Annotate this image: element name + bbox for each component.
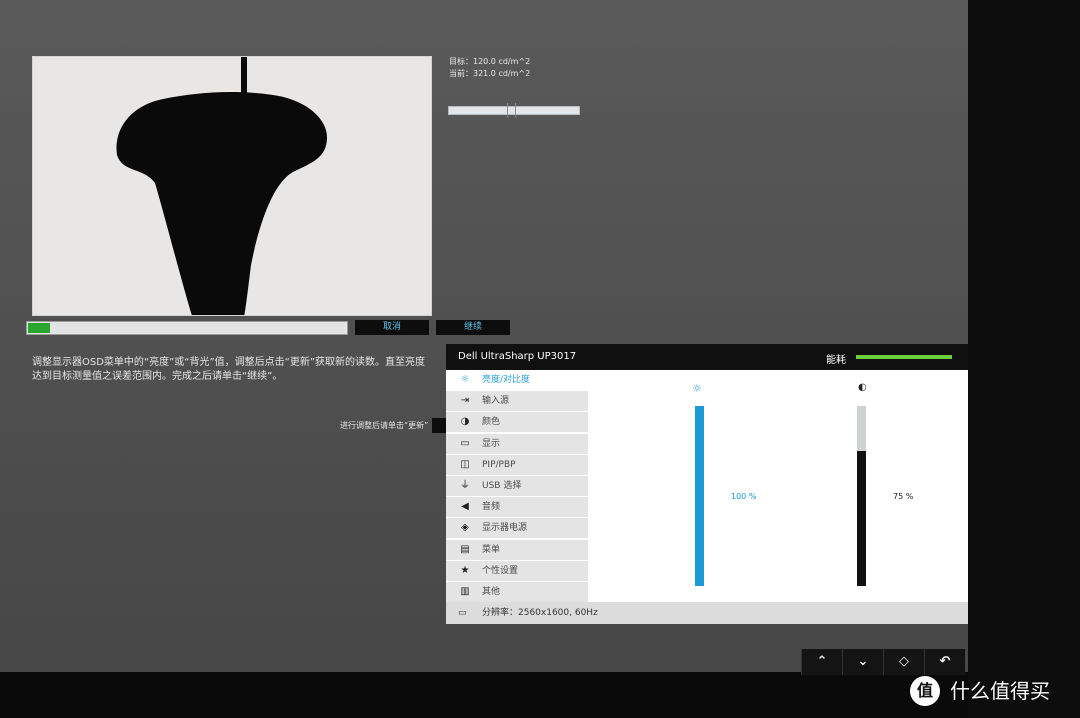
monitor-osd-menu: Dell UltraSharp UP3017 能耗 ☼ 亮度/对比度 ⇥ 输入源 ◑ 颜色… [446,344,968,624]
osd-menu-item[interactable]: ◑ 颜色 [446,412,588,433]
osd-menu-item[interactable]: ⏚ USB 选择 [446,475,588,496]
monitor-model: Dell UltraSharp UP3017 [458,351,577,362]
osd-up-button[interactable]: ⌃ [801,649,842,675]
luminance-target-bar [448,103,580,118]
luminance-readout: 目标：120.0 cd/m^2 当前：321.0 cd/m^2 [449,56,530,80]
colorimeter-sensor [116,92,328,315]
osd-menu-label: 显示器电源 [482,523,528,534]
watermark-logo: 值 [910,676,940,706]
target-tick [515,103,516,118]
brightness-slider-fill [695,406,704,586]
resolution-icon: ▭ [458,608,467,618]
back-icon: ↶ [939,654,951,669]
current-luminance: 当前：321.0 cd/m^2 [449,69,531,78]
osd-menu-item[interactable]: ▤ 菜单 [446,539,588,560]
osd-footer: ▭ 分辨率：2560x1600, 60Hz [446,602,968,624]
pip-icon: ◫ [460,458,470,470]
power-icon: ◈ [461,522,469,534]
energy-meter [856,355,952,359]
osd-back-button[interactable]: ↶ [924,649,965,675]
brightness-contrast-panel: ☼ 100 % ◐ 75 % [588,370,968,602]
menu-icon: ▤ [460,543,470,555]
color-icon: ◑ [460,416,470,428]
monitor-bezel-bottom [0,672,968,718]
calibration-instructions: 调整显示器OSD菜单中的“亮度”或“背光”值，调整后点击“更新”获取新的读数。直… [32,357,426,382]
osd-down-button[interactable]: ⌄ [842,649,883,675]
usb-icon: ⏚ [460,479,470,491]
speaker-icon: ◀ [461,501,469,513]
brightness-slider[interactable] [695,406,704,586]
calibration-progress-bar [26,321,348,335]
display-icon: ▭ [460,437,470,449]
contrast-value: 75 % [893,492,914,501]
osd-menu-item[interactable]: ▭ 显示 [446,433,588,454]
target-luminance: 目标：120.0 cd/m^2 [449,57,531,66]
osd-menu-label: 显示 [482,438,501,449]
osd-menu-item[interactable]: ◫ PIP/PBP [446,454,588,475]
other-icon: ▥ [460,585,470,597]
input-source-icon: ⇥ [460,395,470,407]
watermark-text: 什么值得买 [950,679,1050,703]
osd-menu-label: 其他 [482,586,501,597]
contrast-icon: ◐ [858,382,867,393]
contrast-slider-fill [857,451,866,586]
osd-header: Dell UltraSharp UP3017 能耗 [446,344,968,370]
down-arrow-icon: ⌄ [857,654,869,669]
contrast-slider[interactable] [857,406,866,586]
osd-menu-label: 音频 [482,502,501,513]
resolution-text: 分辨率：2560x1600, 60Hz [482,608,598,618]
calibration-preview [32,56,432,316]
energy-label: 能耗 [826,355,846,366]
osd-menu-label: 个性设置 [482,565,519,576]
osd-menu-item[interactable]: ☼ 亮度/对比度 [446,370,588,390]
osd-menu-label: 菜单 [482,544,501,555]
osd-menu-item[interactable]: ⇥ 输入源 [446,391,588,412]
update-button[interactable] [432,418,446,433]
continue-button[interactable]: 继续 [436,320,510,335]
osd-menu-item[interactable]: ◀ 音频 [446,497,588,518]
osd-menu-label: USB 选择 [482,480,522,491]
osd-menu-label: 亮度/对比度 [482,375,531,385]
osd-menu-item[interactable]: ★ 个性设置 [446,560,588,581]
cancel-button[interactable]: 取消 [355,320,429,335]
star-icon: ★ [460,564,470,576]
osd-menu-list: ☼ 亮度/对比度 ⇥ 输入源 ◑ 颜色 ▭ 显示 ◫ PIP/PBP ⏚ USB 选择 ◀ 音频 ◈ 显示器电… [446,370,588,603]
osd-select-button[interactable]: ◇ [883,649,924,675]
select-icon: ◇ [899,654,909,669]
monitor-bezel-right [968,0,1080,718]
up-arrow-icon: ⌃ [816,654,828,669]
calibration-progress-fill [28,323,51,333]
osd-menu-label: 颜色 [482,417,501,428]
update-hint: 进行调整后请单击“更新” [340,421,429,430]
osd-menu-label: PIP/PBP [482,459,516,470]
brightness-value: 100 % [731,492,757,501]
sun-icon: ☼ [692,382,702,395]
brightness-icon: ☼ [460,374,470,385]
osd-menu-label: 输入源 [482,396,510,407]
osd-menu-item[interactable]: ▥ 其他 [446,581,588,602]
osd-menu-item[interactable]: ◈ 显示器电源 [446,518,588,539]
target-tick [507,103,508,118]
